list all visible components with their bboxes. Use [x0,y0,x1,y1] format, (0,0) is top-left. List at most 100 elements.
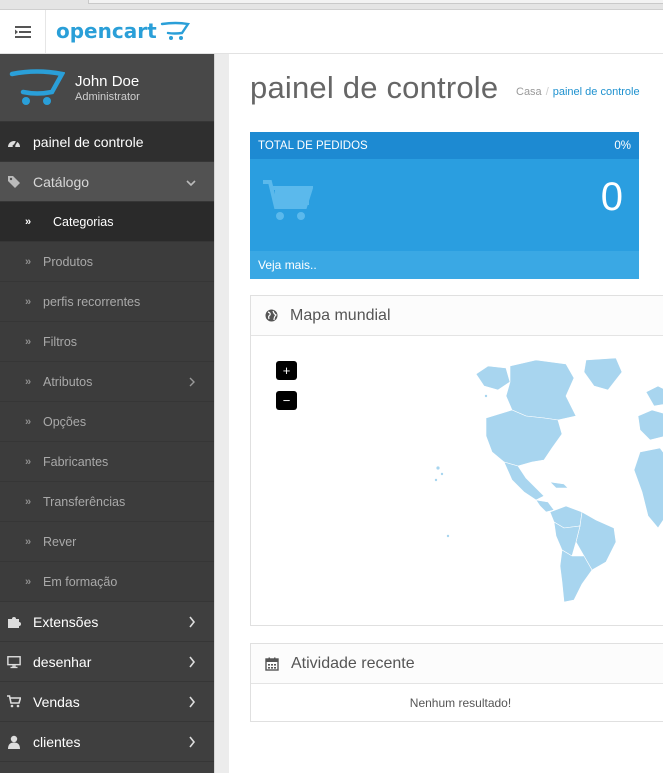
tile-header: TOTAL DE PEDIDOS 0% [250,132,639,159]
world-map-panel: Mapa mundial + − [250,295,663,626]
map-region-canada [505,359,577,421]
sidebar-item-label: Vendas [33,693,80,710]
sidebar-item-dashboard[interactable]: painel de controle [0,122,214,162]
double-chevron-right-icon: » [25,415,32,428]
map-region-scandinavia [645,385,663,407]
map-region-europe [637,409,663,441]
hamburger-menu-icon [14,25,31,38]
map-zoom-out-button[interactable]: − [276,391,297,410]
map-region-alaska [475,365,511,391]
panel-heading: Mapa mundial [251,296,663,336]
tile-percent: 0% [614,139,631,152]
breadcrumb-current[interactable]: painel de controle [553,86,640,98]
double-chevron-right-icon: » [25,255,32,268]
sidebar-subitem-fabricantes[interactable]: » Fabricantes [0,442,214,482]
user-profile[interactable]: John Doe Administrator [0,54,214,122]
double-chevron-right-icon: » [25,455,32,468]
world-map[interactable] [426,356,663,606]
sidebar-item-catalog[interactable]: Catálogo [0,162,214,202]
subitem-label: Em formação [43,574,118,589]
subitem-label: Produtos [43,254,94,269]
sidebar-subitem-rever[interactable]: » Rever [0,522,214,562]
sidebar-subitem-transferencias[interactable]: » Transferências [0,482,214,522]
double-chevron-right-icon: » [25,495,32,508]
chevron-right-icon [188,376,196,390]
sidebar-item-label: clientes [33,733,81,750]
map-zoom-in-button[interactable]: + [276,361,297,380]
desktop-icon [7,655,21,669]
sidebar-subitem-atributos[interactable]: » Atributos [0,362,214,402]
subitem-label: Atributos [43,374,93,389]
avatar-cart-logo-icon [9,68,65,105]
sidebar-subitem-produtos[interactable]: » Produtos [0,242,214,282]
breadcrumb: Casa / painel de controle [516,86,640,98]
subitem-label: Opções [43,414,87,429]
sidebar-subitem-categorias[interactable]: » Categorias [0,202,214,242]
profile-name: John Doe [75,72,140,90]
total-orders-tile: TOTAL DE PEDIDOS 0% 0 Veja mais.. [250,132,639,279]
sidebar-edge [214,54,229,773]
tile-view-more-link[interactable]: Veja mais.. [250,251,639,279]
dashboard-icon [7,135,21,149]
sidebar-subitem-filtros[interactable]: » Filtros [0,322,214,362]
sidebar-item-vendas[interactable]: Vendas [0,682,214,722]
chevron-down-icon [186,175,196,191]
shopping-cart-icon [263,180,313,220]
chevron-right-icon [188,695,196,711]
subitem-label: Rever [43,534,77,549]
sidebar-item-label: Extensões [33,613,99,630]
sidebar-item-clientes[interactable]: clientes [0,722,214,762]
puzzle-icon [7,615,21,629]
map-body[interactable]: + − [251,336,663,625]
map-region-caribbean [549,481,569,489]
chevron-right-icon [188,655,196,671]
double-chevron-right-icon: » [25,535,32,548]
tile-title: TOTAL DE PEDIDOS [258,139,368,152]
page-title: painel de controle [250,70,499,105]
sidebar-item-extensoes[interactable]: Extensões [0,602,214,642]
empty-result-text: Nenhum resultado! [409,695,512,710]
sidebar-subitem-opcoes[interactable]: » Opções [0,402,214,442]
sidebar-item-label: desenhar [33,653,92,670]
panel-title: Mapa mundial [290,306,391,324]
breadcrumb-separator: / [545,86,549,98]
calendar-icon [265,657,279,671]
opencart-logo[interactable]: opencart [56,19,190,43]
sidebar: John Doe Administrator painel de control… [0,54,214,773]
chevron-right-icon [188,615,196,631]
subitem-label: Categorias [53,214,114,229]
map-region-greenland [583,357,623,391]
sidebar-subitem-em-formacao[interactable]: » Em formação [0,562,214,602]
logo-cart-icon [160,21,190,40]
top-header: opencart [0,10,663,54]
panel-heading: Atividade recente [251,644,663,684]
sidebar-subitem-perfis-recorrentes[interactable]: » perfis recorrentes [0,282,214,322]
sidebar-toggle-button[interactable] [0,10,46,53]
sidebar-item-desenhar[interactable]: desenhar [0,642,214,682]
map-region-africa [633,447,663,529]
map-region-central-america [535,499,555,513]
recent-activity-panel: Atividade recente Nenhum resultado! [250,643,663,722]
sidebar-item-label: painel de controle [33,133,144,150]
subitem-label: Transferências [43,494,126,509]
subitem-label: Fabricantes [43,454,109,469]
sidebar-item-label: Catálogo [33,173,90,190]
logo-text: opencart [56,19,157,43]
globe-icon [265,309,278,322]
double-chevron-right-icon: » [25,335,32,348]
tile-value: 0 [600,175,623,219]
chevron-right-icon [188,735,196,751]
tags-icon [7,175,21,189]
user-icon [7,735,21,749]
panel-title: Atividade recente [291,654,415,672]
breadcrumb-home[interactable]: Casa [516,86,542,98]
double-chevron-right-icon: » [25,295,32,308]
browser-tab-strip [88,0,663,4]
cart-icon [7,695,21,709]
map-region-mexico [503,461,545,501]
double-chevron-right-icon: » [25,215,32,228]
subitem-label: Filtros [43,334,78,349]
browser-top-strip [0,0,663,10]
subitem-label: perfis recorrentes [43,294,141,309]
profile-role: Administrator [75,90,140,103]
